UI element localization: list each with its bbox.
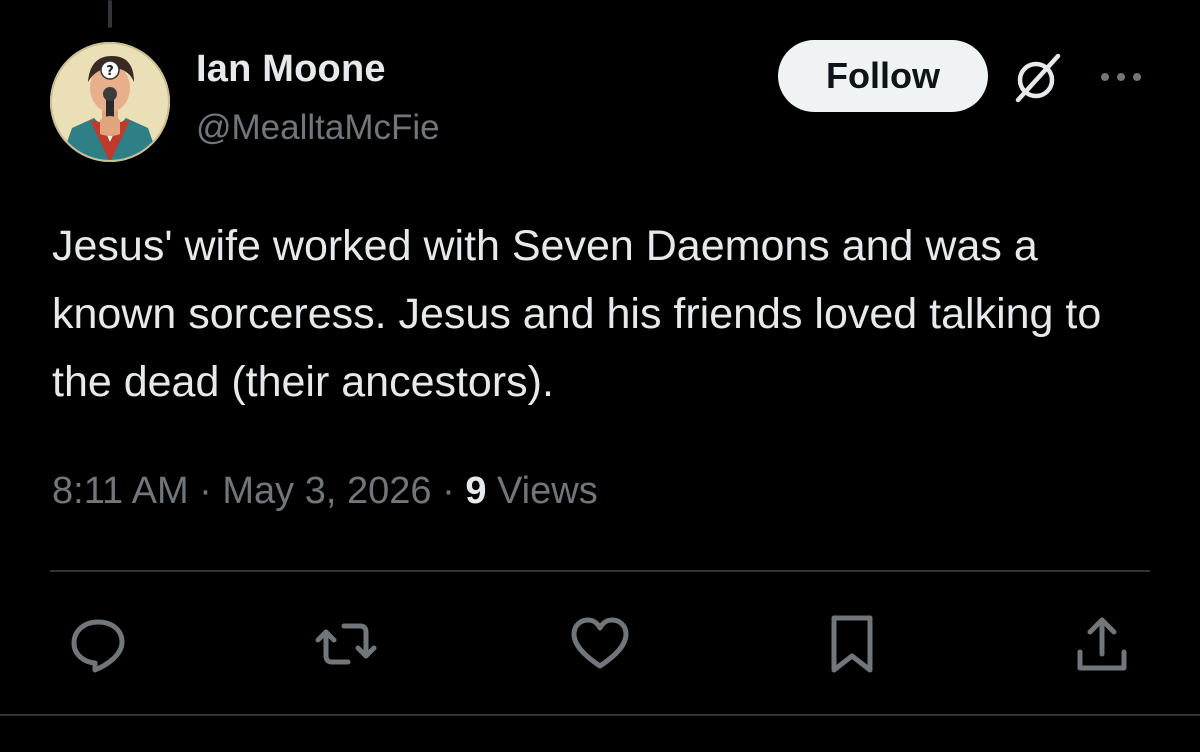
retweet-icon <box>315 623 377 665</box>
avatar[interactable]: ? <box>50 42 170 162</box>
divider <box>0 714 1200 716</box>
meta-separator: · <box>442 470 466 512</box>
tweet-time[interactable]: 8:11 AM <box>52 470 189 512</box>
reply-button[interactable] <box>66 612 130 676</box>
share-button[interactable] <box>1070 612 1134 676</box>
divider <box>50 570 1150 572</box>
more-dots-icon[interactable] <box>1096 62 1146 92</box>
share-icon <box>1077 617 1127 671</box>
tweet-date[interactable]: May 3, 2026 <box>222 470 431 512</box>
like-button[interactable] <box>568 612 632 676</box>
reply-icon <box>71 619 125 673</box>
author-handle[interactable]: @MealltaMcFie <box>196 108 440 148</box>
follow-button[interactable]: Follow <box>778 40 988 112</box>
bookmark-icon <box>831 615 873 673</box>
thread-connector-line <box>108 0 112 28</box>
heart-icon <box>571 617 629 669</box>
retweet-button[interactable] <box>314 612 378 676</box>
grok-icon[interactable] <box>1008 48 1068 108</box>
views-label: Views <box>497 470 598 512</box>
views-count: 9 <box>465 470 487 512</box>
tweet-text: Jesus' wife worked with Seven Daemons an… <box>52 222 1102 406</box>
author-name[interactable]: Ian Moone <box>196 48 386 91</box>
tweet-meta: 8:11 AM · May 3, 2026 · 9 Views <box>52 470 598 513</box>
avatar-illustration: ? <box>50 42 170 162</box>
svg-text:?: ? <box>106 64 114 79</box>
bookmark-button[interactable] <box>820 612 884 676</box>
meta-separator: · <box>199 470 223 512</box>
